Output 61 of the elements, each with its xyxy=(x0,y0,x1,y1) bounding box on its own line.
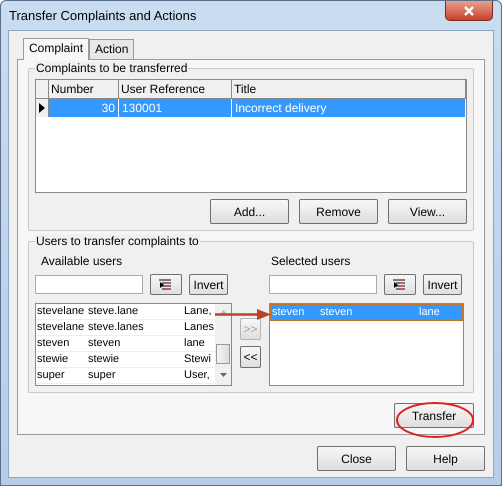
search-field[interactable] xyxy=(35,275,143,294)
list-cell-text: User, xyxy=(183,368,211,383)
list-label: Selected users xyxy=(271,254,352,266)
table-cell: Incorrect delivery xyxy=(232,99,466,117)
list-cell-text: steven xyxy=(271,305,306,320)
column-header[interactable]: Number xyxy=(49,80,119,98)
transfer-button[interactable]: Transfer xyxy=(394,403,474,428)
list-cell-text: super xyxy=(36,368,66,383)
scroll-down-icon[interactable] xyxy=(220,373,226,377)
list-row[interactable]: stevelane steve.lane Lane, xyxy=(36,304,215,320)
list-cell-text: stevelane xyxy=(36,304,86,319)
list-cell-text: super xyxy=(87,368,117,383)
column-header[interactable]: User Reference xyxy=(119,80,232,98)
scroll-thumb[interactable] xyxy=(216,344,230,364)
scrollbar[interactable] xyxy=(215,304,231,385)
list-label: Available users xyxy=(41,254,124,266)
window-title: Transfer Complaints and Actions xyxy=(9,8,196,23)
list-filter-icon xyxy=(392,278,408,290)
list-filter-icon xyxy=(158,278,174,290)
table-cell: 130001 xyxy=(119,99,232,117)
invert-button[interactable]: Invert xyxy=(189,274,228,295)
dialog-button[interactable]: Help xyxy=(406,446,485,471)
list-row[interactable]: stewie stewie Stewi xyxy=(36,352,215,368)
column-header[interactable]: Title xyxy=(232,80,466,98)
list-cell-text: steven xyxy=(36,336,70,351)
list-cell-text: lane xyxy=(418,305,441,320)
tab[interactable]: Complaint xyxy=(23,38,90,60)
grid-action-button[interactable]: Remove xyxy=(299,199,378,224)
search-field[interactable] xyxy=(269,275,377,294)
list-cell-text: steven xyxy=(319,305,354,320)
invert-button[interactable]: Invert xyxy=(423,274,462,295)
list-row[interactable]: stevelane steve.lanes Lanes xyxy=(36,320,215,336)
list-row[interactable]: steven steven lane xyxy=(36,336,215,352)
dialog-button[interactable]: Close xyxy=(317,446,396,471)
list-cell-text: stevelane xyxy=(36,320,86,335)
tab[interactable]: Action xyxy=(89,39,134,59)
list-cell-text: stewie xyxy=(36,352,70,367)
table-cell: 30 xyxy=(49,99,119,117)
close-button[interactable] xyxy=(445,1,493,21)
close-icon xyxy=(463,6,475,16)
annotation-arrow xyxy=(215,309,271,320)
filter-button[interactable] xyxy=(384,274,416,295)
list-cell-text: steve.lane xyxy=(87,304,140,319)
remove-user-button[interactable]: << xyxy=(240,346,261,368)
list-cell-text: stewie xyxy=(87,352,120,367)
group-title: Users to transfer complaints to xyxy=(35,234,200,248)
grid-action-button[interactable]: View... xyxy=(388,199,467,224)
list-cell-text: steve.lanes xyxy=(87,320,145,335)
complaints-grid[interactable]: Number User Reference Title 30 130001 Incorrect delivery xyxy=(35,79,467,193)
row-pointer-icon xyxy=(39,103,45,113)
user-list[interactable]: stevelane steve.lane Lane, stevelane steve.lanes Lanes steven steven lane stewie stewie Stewi super super User, xyxy=(35,303,232,386)
list-cell: Lanes xyxy=(183,320,213,335)
scroll-up-icon[interactable] xyxy=(220,310,226,314)
list-cell-text: lane xyxy=(183,336,206,351)
group-title: Complaints to be transferred xyxy=(35,61,188,75)
list-cell: Lane, xyxy=(183,304,213,319)
grid-action-button[interactable]: Add... xyxy=(210,199,289,224)
filter-button[interactable] xyxy=(150,274,182,295)
list-cell-text: Stewi xyxy=(183,352,212,367)
list-cell-text: steven xyxy=(87,336,122,351)
list-row[interactable]: super super User, xyxy=(36,368,215,384)
